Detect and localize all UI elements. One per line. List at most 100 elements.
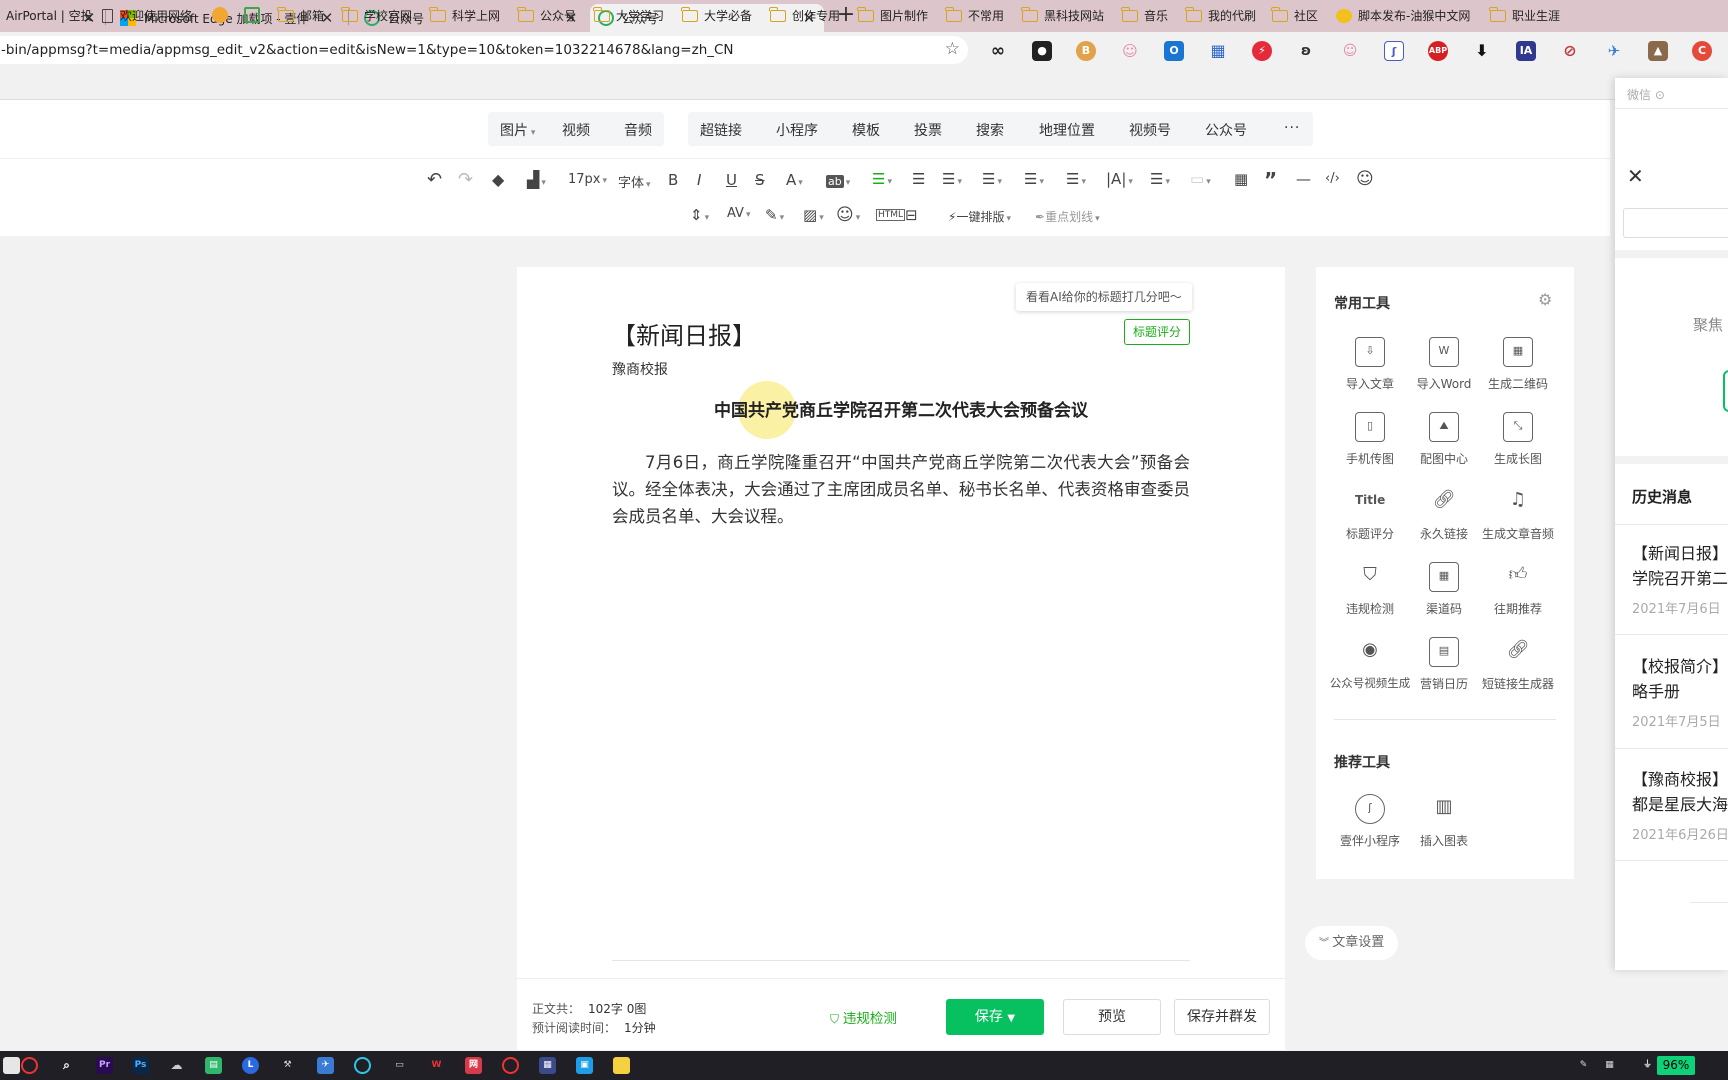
tool-qrcode[interactable]: ▦ 生成二维码 [1474, 337, 1562, 392]
cat-extension-icon[interactable]: ☺ [1120, 41, 1140, 61]
cat2-extension-icon[interactable]: ʚ [1296, 41, 1316, 61]
magic-wand-icon[interactable]: ✎ ▾ [765, 206, 784, 224]
vertical-spacing-icon[interactable]: ⇕ ▾ [690, 206, 709, 224]
bold-icon[interactable]: B [668, 171, 678, 189]
one-key-layout-button[interactable]: ⚡一键排版 ▾ [948, 208, 1011, 225]
bookmark-folder-image[interactable]: 图片制作 [857, 6, 928, 24]
app-tool-icon[interactable]: ⚒ [279, 1057, 296, 1074]
gear-icon[interactable]: ⚙ [1538, 290, 1552, 309]
bookmark-folder-create[interactable]: 创作专用 [769, 6, 840, 24]
insert-account-button[interactable]: 公众号 [1205, 120, 1247, 140]
undo-icon[interactable]: ↶ [427, 169, 442, 190]
save-button[interactable]: 保存 ▼ [946, 999, 1044, 1035]
download-extension-icon[interactable]: ⬇ [1472, 41, 1492, 61]
insert-search-button[interactable]: 搜索 [976, 120, 1004, 140]
close-icon[interactable]: ✕ [1627, 164, 1644, 188]
c-extension-icon[interactable]: C [1692, 41, 1712, 61]
font-family-select[interactable]: 字体 ▾ [618, 172, 651, 191]
insert-miniprogram-button[interactable]: 小程序 [776, 120, 818, 140]
font-color-icon[interactable]: A ▾ [786, 171, 803, 189]
favorite-star-icon[interactable]: ☆ [945, 39, 960, 59]
insert-channels-button[interactable]: 视频号 [1129, 120, 1171, 140]
bookmark-folder-rare[interactable]: 不常用 [945, 6, 1004, 24]
address-bar[interactable]: -bin/appmsg?t=media/appmsg_edit_v2&actio… [0, 36, 968, 64]
tool-long-image[interactable]: ⤡ 生成长图 [1474, 412, 1562, 467]
chevron-down-icon[interactable]: ▼ [1007, 1013, 1015, 1024]
insert-audio-button[interactable]: 音频 [624, 120, 652, 140]
bookmark-folder-career[interactable]: 职业生涯 [1489, 6, 1560, 24]
insert-video-button[interactable]: 视频 [562, 120, 590, 140]
italic-icon[interactable]: I [697, 171, 701, 189]
font-size-select[interactable]: 17px ▾ [568, 172, 607, 187]
bookmark-folder-music[interactable]: 音乐 [1121, 6, 1168, 24]
underline-icon[interactable]: U [726, 171, 737, 189]
tool-past-recommend[interactable]: 👍︎ 往期推荐 [1474, 562, 1562, 617]
photoshop-icon[interactable]: Ps [132, 1057, 149, 1074]
quote-icon[interactable]: ” [1264, 168, 1277, 192]
insert-image-button[interactable]: 图片 ▾ [500, 120, 535, 140]
app-red-icon[interactable]: 网 [465, 1057, 482, 1074]
notes-icon[interactable]: ▤ [205, 1057, 222, 1074]
cat3-extension-icon[interactable]: ☺ [1340, 41, 1360, 61]
screen-icon[interactable]: ▭ [391, 1057, 408, 1074]
violation-check-button[interactable]: ⛉ 违规检测 [830, 1007, 897, 1027]
bird-extension-icon[interactable]: ✈ [1604, 41, 1624, 61]
redo-icon[interactable]: ↷ [458, 169, 473, 190]
bullet-list-icon[interactable]: ☰ ▾ [1150, 170, 1170, 188]
start-icon[interactable] [3, 1057, 20, 1074]
tool-short-link[interactable]: 🔗︎ 短链接生成器 [1474, 637, 1562, 692]
recorder-icon[interactable] [502, 1057, 519, 1074]
align-icon[interactable]: ☰ ▾ [872, 170, 892, 188]
bookmark-welcome[interactable]: 欢迎使用网络 [102, 7, 192, 24]
article-settings-button[interactable]: ︾ 文章设置 [1305, 926, 1399, 960]
preview-button[interactable]: 预览 [1063, 999, 1161, 1035]
key-underline-button[interactable]: ✒重点划线 ▾ [1035, 208, 1100, 225]
outlook-extension-icon[interactable]: O [1164, 41, 1184, 61]
bookmark-app-2[interactable] [244, 7, 260, 23]
clear-format-icon[interactable]: ▟ ▾ [527, 170, 546, 189]
bookmark-airportal[interactable]: AirPortal | 空投 [6, 7, 93, 24]
premiere-icon[interactable]: Pr [96, 1057, 113, 1074]
bookmark-folder-mail[interactable]: 邮箱 [277, 6, 324, 24]
tray-app-icon[interactable]: ▦ [1601, 1057, 1618, 1074]
list-spacing-icon[interactable]: ☰ ▾ [1066, 170, 1086, 188]
adblock-plus-icon[interactable]: ABP [1428, 41, 1448, 61]
ghost-extension-icon[interactable]: ● [1032, 41, 1052, 61]
article-title-input[interactable]: 【新闻日报】 [612, 316, 756, 351]
insert-location-button[interactable]: 地理位置 [1039, 120, 1095, 140]
divider-icon[interactable]: — [1296, 170, 1311, 188]
html-icon[interactable]: HTML [876, 209, 906, 221]
paragraph-spacing-icon[interactable]: ☰ ▾ [1024, 170, 1044, 188]
insert-template-button[interactable]: 模板 [852, 120, 880, 140]
avatar-extension-icon[interactable]: ▲ [1648, 41, 1668, 61]
sticker-icon[interactable]: ☺ ▾ [836, 205, 860, 225]
bookmark-folder-study[interactable]: 大学学习 [593, 6, 664, 24]
bookmark-app-1[interactable] [212, 7, 228, 23]
bookmark-greasyfork[interactable]: 脚本发布-油猴中文网 [1336, 7, 1470, 24]
background-color-icon[interactable]: ab ▾ [826, 171, 850, 189]
html-code-icon[interactable]: ‹/› [1325, 171, 1340, 186]
vertical-align-icon[interactable]: ☰ ▾ [982, 170, 1002, 188]
bookmark-folder-vpn[interactable]: 科学上网 [429, 6, 500, 24]
bookmark-folder-school[interactable]: 学校官网 [341, 6, 412, 24]
insert-hyperlink-button[interactable]: 超链接 [700, 120, 742, 140]
bookmark-folder-community[interactable]: 社区 [1271, 6, 1318, 24]
more-insert-button[interactable]: ··· [1284, 120, 1300, 136]
image-tool-icon[interactable]: ▨ ▾ [803, 206, 824, 224]
search-icon[interactable]: ⌕ [58, 1057, 75, 1074]
app-blue-icon[interactable]: ▣ [576, 1057, 593, 1074]
bookmark-folder-tech[interactable]: 黑科技网站 [1021, 6, 1104, 24]
emoji-icon[interactable]: ☺ [1356, 169, 1374, 189]
article-paper[interactable] [517, 267, 1285, 1050]
save-and-send-button[interactable]: 保存并群发 [1174, 999, 1270, 1035]
edge-icon[interactable] [354, 1057, 371, 1074]
strikethrough-icon[interactable]: S [755, 171, 765, 189]
format-painter-icon[interactable]: ◆ [492, 170, 504, 189]
article-author-input[interactable]: 豫商校报 [612, 359, 668, 379]
tool-insert-chart[interactable]: ▥ 插入图表 [1400, 794, 1488, 849]
infinity-extension-icon[interactable]: ∞ [988, 41, 1008, 61]
indent-icon[interactable]: ☰ [912, 170, 925, 188]
bookmark-folder-must[interactable]: 大学必备 [681, 6, 752, 24]
block-extension-icon[interactable]: ⊘ [1560, 41, 1580, 61]
overlay-search-input[interactable] [1623, 208, 1728, 238]
